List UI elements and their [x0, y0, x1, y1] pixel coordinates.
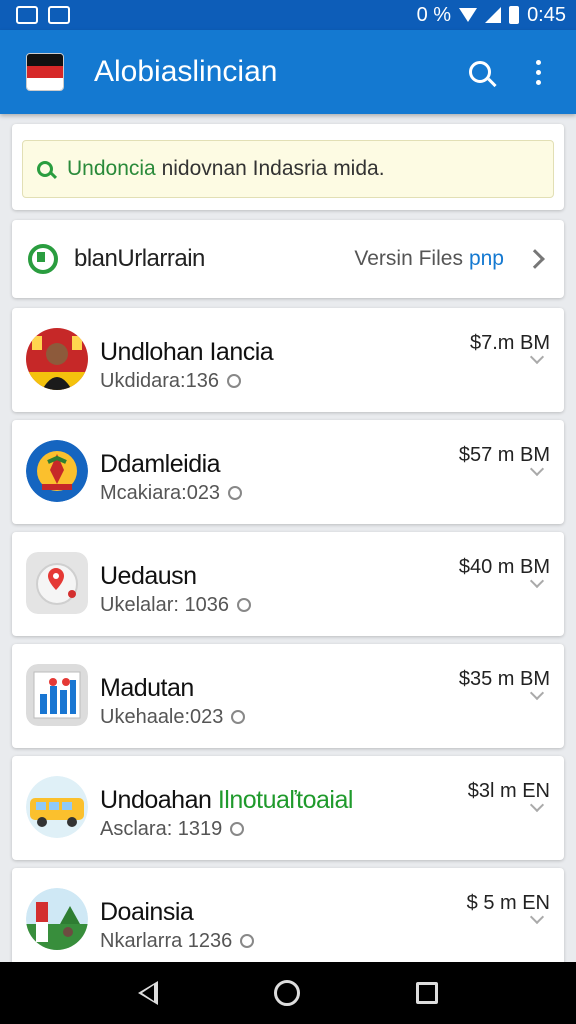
item-subtitle: Nkarlarra 1236	[100, 930, 255, 953]
content-list[interactable]: Undoncia nidovnan Indasria mida. blanUrl…	[0, 116, 576, 962]
system-nav-bar	[0, 962, 576, 1024]
info-icon	[240, 934, 255, 948]
map-pin-icon	[26, 552, 88, 614]
signal-icon	[485, 7, 502, 23]
overflow-menu-button[interactable]	[516, 50, 560, 94]
search-input[interactable]: Undoncia nidovnan Indasria mida.	[22, 140, 554, 198]
search-card: Undoncia nidovnan Indasria mida.	[12, 124, 564, 210]
info-icon	[230, 822, 245, 836]
home-icon[interactable]	[274, 980, 300, 1006]
category-row[interactable]: blanUrlarrain Versin Files pnp	[12, 220, 564, 298]
indonesia-flag-icon	[26, 53, 64, 91]
back-icon[interactable]	[138, 981, 158, 1005]
item-title: Ddamleidia	[100, 450, 221, 478]
status-left	[16, 6, 70, 24]
wifi-icon	[459, 8, 478, 22]
recent-apps-icon[interactable]	[416, 982, 438, 1004]
more-vert-icon	[535, 59, 541, 85]
category-icon	[28, 244, 58, 274]
status-indicator: 0 %	[416, 3, 452, 26]
search-button[interactable]	[458, 50, 502, 94]
item-title: Madutan	[100, 674, 194, 702]
search-icon	[469, 61, 491, 83]
item-subtitle: Ukelalar: 1036	[100, 594, 251, 617]
gallery-app-icon	[48, 6, 70, 24]
item-subtitle: Ukdidara:136	[100, 370, 241, 393]
item-subtitle: Asclara: 1319	[100, 818, 245, 841]
search-field-icon	[37, 161, 53, 177]
category-right-text: Versin Files	[354, 247, 463, 270]
item-title: Undlohan Iancia	[100, 338, 274, 366]
info-icon	[236, 598, 251, 612]
list-item[interactable]: Undlohan Iancia Ukdidara:136 $7.m BM	[12, 308, 564, 412]
status-bar: 0 % 0:45	[0, 0, 576, 30]
category-link[interactable]: Versin Files pnp	[354, 247, 504, 271]
list-item[interactable]: Doainsia Nkarlarra 1236 $ 5 m EN	[12, 868, 564, 962]
battery-icon	[509, 6, 520, 24]
bar-chart-icon	[26, 664, 88, 726]
item-title: Undoahan Ilnotuaľtoaial	[100, 786, 353, 814]
app-title: Alobiaslincian	[94, 55, 278, 88]
list-item[interactable]: Uedausn Ukelalar: 1036 $40 m BM	[12, 532, 564, 636]
chart-app-icon	[16, 6, 38, 24]
search-query: Undoncia nidovnan Indasria mida.	[67, 157, 385, 181]
list-item[interactable]: Madutan Ukehaale:023 $35 m BM	[12, 644, 564, 748]
info-icon	[231, 710, 246, 724]
search-query-rest: nidovnan Indasria mida.	[155, 157, 385, 180]
info-icon	[226, 374, 241, 388]
item-subtitle: Ukehaale:023	[100, 706, 246, 729]
search-query-prefix: Undoncia	[67, 157, 156, 180]
item-title: Uedausn	[100, 562, 197, 590]
item-subtitle: Mcakiara:023	[100, 482, 243, 505]
emblem-avatar-icon	[26, 440, 88, 502]
app-bar: Alobiaslincian	[0, 30, 576, 114]
chevron-right-icon[interactable]	[525, 249, 545, 269]
bus-icon	[26, 776, 88, 838]
status-right: 0 % 0:45	[417, 4, 566, 27]
list-item[interactable]: Ddamleidia Mcakiara:023 $57 m BM	[12, 420, 564, 524]
list-item[interactable]: Undoahan Ilnotuaľtoaial Asclara: 1319 $3…	[12, 756, 564, 860]
portrait-avatar-icon	[26, 328, 88, 390]
landscape-avatar-icon	[26, 888, 88, 950]
info-icon	[228, 486, 243, 500]
category-right-accent: pnp	[468, 247, 504, 270]
item-title: Doainsia	[100, 898, 194, 926]
category-label: blanUrlarrain	[74, 245, 205, 272]
status-time: 0:45	[527, 3, 566, 26]
